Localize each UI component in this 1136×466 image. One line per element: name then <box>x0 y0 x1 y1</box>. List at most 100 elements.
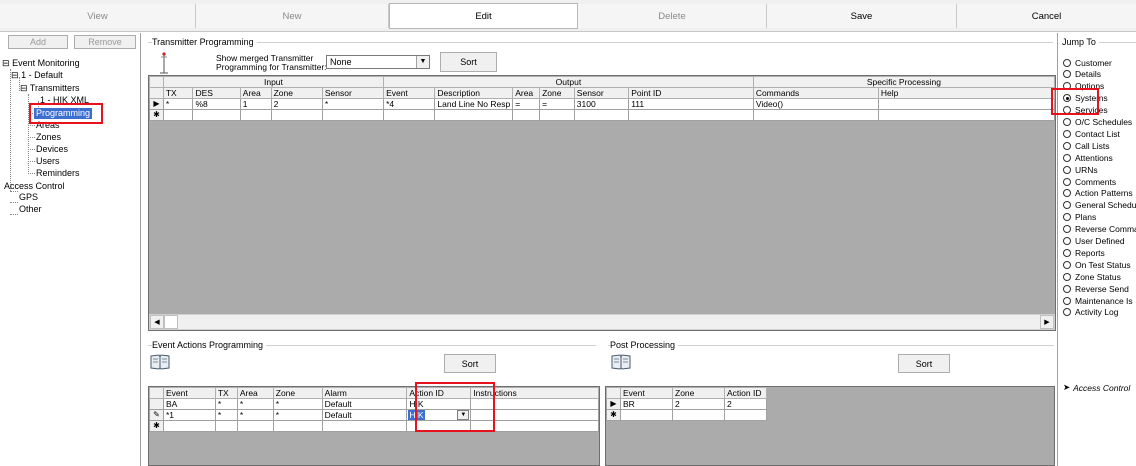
table-cell[interactable] <box>724 409 767 421</box>
tree-item-users[interactable]: Users <box>36 156 60 167</box>
table-cell[interactable] <box>321 420 408 432</box>
row-pointer-icon[interactable]: ▶ <box>149 98 164 110</box>
pencil-edit-icon[interactable]: ✎ <box>149 409 164 421</box>
table-cell[interactable] <box>628 109 754 121</box>
column-header[interactable]: Alarm <box>321 387 408 399</box>
radio-button[interactable] <box>1063 153 1071 162</box>
jump-item-contact-list[interactable]: Contact List <box>1063 128 1120 139</box>
table-cell[interactable]: * <box>236 409 274 421</box>
tree-item-programming[interactable]: Programming <box>34 108 93 119</box>
column-header[interactable]: Zone <box>539 87 575 99</box>
view-button[interactable]: View <box>0 4 196 28</box>
event-actions-sort-button[interactable]: Sort <box>444 354 496 373</box>
table-cell[interactable] <box>672 409 725 421</box>
jump-item-o-c-schedules[interactable]: O/C Schedules <box>1063 117 1132 128</box>
radio-button[interactable] <box>1063 189 1071 198</box>
column-header[interactable]: Instructions <box>470 387 599 399</box>
table-cell[interactable]: * <box>321 98 385 110</box>
column-header[interactable]: Help <box>877 87 1055 99</box>
table-cell[interactable] <box>383 109 436 121</box>
post-processing-sort-button[interactable]: Sort <box>898 354 950 373</box>
merged-transmitter-select[interactable]: None ▼ <box>326 55 430 69</box>
table-cell[interactable]: = <box>512 98 541 110</box>
collapse-icon[interactable]: ⊟ <box>2 58 10 68</box>
radio-button[interactable] <box>1063 248 1071 257</box>
jump-item-maintenance-is[interactable]: Maintenance Is <box>1063 295 1133 306</box>
table-cell[interactable]: * <box>162 98 194 110</box>
table-cell[interactable]: BR <box>620 398 673 410</box>
tree-item-gps[interactable]: GPS <box>19 192 38 203</box>
radio-button[interactable] <box>1063 58 1071 67</box>
jump-item-access-control[interactable]: ➤ Access Control <box>1063 382 1130 393</box>
table-cell[interactable]: %8 <box>192 98 241 110</box>
jump-item-services[interactable]: Services <box>1063 105 1108 116</box>
delete-button[interactable]: Delete <box>578 4 767 28</box>
action-id-select[interactable]: HIK ▼ <box>406 409 472 421</box>
jump-item-general-schedu[interactable]: General Schedu <box>1063 200 1136 211</box>
table-row[interactable]: BA * * * Default HIK <box>149 398 599 410</box>
radio-button[interactable] <box>1063 201 1071 210</box>
new-row[interactable]: ✱ <box>149 420 599 432</box>
table-cell[interactable] <box>434 109 514 121</box>
radio-button[interactable] <box>1063 118 1071 126</box>
radio-button[interactable] <box>1063 296 1071 305</box>
jump-item-user-defined[interactable]: User Defined <box>1063 236 1125 247</box>
jump-item-options[interactable]: Options <box>1063 81 1104 92</box>
jump-item-activity-log[interactable]: Activity Log <box>1063 307 1118 318</box>
column-header[interactable]: Event <box>383 87 436 99</box>
column-header[interactable]: Event <box>620 387 673 399</box>
jump-item-call-lists[interactable]: Call Lists <box>1063 140 1109 151</box>
table-cell[interactable] <box>270 109 323 121</box>
tree-item-access-control[interactable]: Access Control <box>4 181 65 192</box>
table-cell[interactable]: BA <box>162 398 216 410</box>
chevron-down-icon[interactable]: ▼ <box>457 410 470 420</box>
new-row[interactable]: ✱ <box>606 409 767 421</box>
table-cell[interactable] <box>470 420 599 432</box>
column-header[interactable]: TX <box>214 387 238 399</box>
table-cell[interactable] <box>877 98 1055 110</box>
radio-button[interactable] <box>1063 165 1071 174</box>
tree-item-other[interactable]: Other <box>19 204 42 215</box>
radio-button[interactable] <box>1063 237 1071 245</box>
table-cell[interactable] <box>470 398 599 410</box>
table-cell[interactable] <box>877 109 1055 121</box>
column-header[interactable]: Sensor <box>321 87 385 99</box>
save-button[interactable]: Save <box>767 4 957 28</box>
jump-item-zone-status[interactable]: Zone Status <box>1063 271 1121 282</box>
table-cell[interactable] <box>321 109 385 121</box>
table-cell[interactable] <box>752 109 879 121</box>
new-row-asterisk-icon[interactable]: ✱ <box>149 109 164 121</box>
table-cell[interactable]: * <box>214 398 238 410</box>
radio-button[interactable] <box>1063 82 1071 91</box>
table-cell[interactable]: *4 <box>383 98 436 110</box>
table-cell[interactable]: Video() <box>752 98 879 110</box>
table-cell[interactable]: * <box>272 409 323 421</box>
table-cell[interactable] <box>539 109 575 121</box>
collapse-icon[interactable]: ⊟ <box>11 70 19 80</box>
radio-button[interactable] <box>1063 106 1071 115</box>
table-cell[interactable]: = <box>539 98 575 110</box>
column-header[interactable]: DES <box>192 87 241 99</box>
remove-button[interactable]: Remove <box>74 35 136 49</box>
column-header[interactable]: Action ID <box>724 387 767 399</box>
row-header[interactable] <box>149 398 164 410</box>
column-header[interactable]: Area <box>236 387 274 399</box>
jump-item-reverse-send[interactable]: Reverse Send <box>1063 283 1129 294</box>
table-cell[interactable] <box>162 420 216 432</box>
table-cell[interactable] <box>272 420 323 432</box>
table-cell[interactable]: 2 <box>672 398 725 410</box>
table-cell[interactable]: 3100 <box>573 98 630 110</box>
table-cell[interactable]: Land Line No Resp <box>434 98 514 110</box>
column-header[interactable]: Description <box>434 87 514 99</box>
radio-button[interactable] <box>1063 225 1071 234</box>
table-cell[interactable]: *1 <box>162 409 216 421</box>
jump-item-attentions[interactable]: Attentions <box>1063 152 1113 163</box>
radio-button[interactable] <box>1063 272 1071 281</box>
radio-button[interactable] <box>1063 141 1071 150</box>
radio-button[interactable] <box>1063 70 1071 79</box>
table-cell[interactable]: Default <box>321 409 408 421</box>
scroll-right-icon[interactable]: ▶ <box>1040 315 1054 329</box>
jump-item-urns[interactable]: URNs <box>1063 164 1098 175</box>
column-header[interactable]: Point ID <box>628 87 754 99</box>
tree-item-zones[interactable]: Zones <box>36 132 61 143</box>
